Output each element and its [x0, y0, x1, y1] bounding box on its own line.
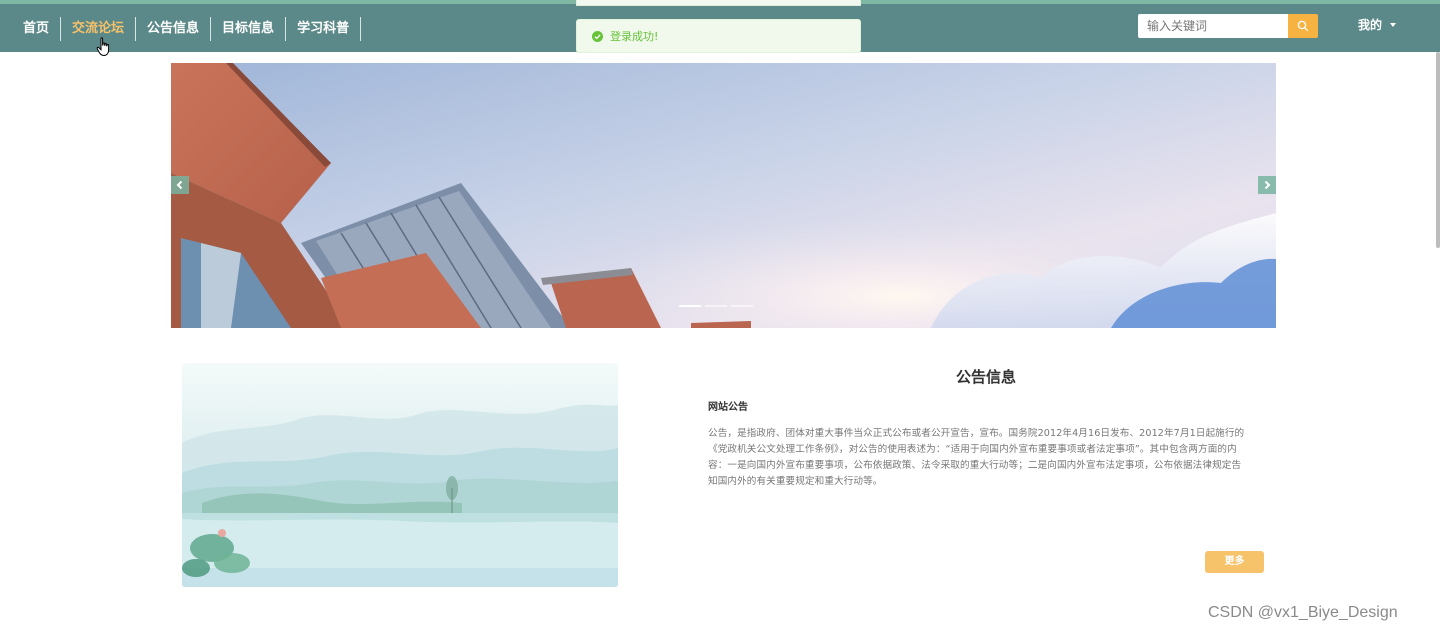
notice-body-text: 公告，是指政府、团体对重大事件当众正式公布或者公开宣告，宣布。国务院2012年4…	[708, 428, 1245, 487]
nav-item-home[interactable]: 首页	[12, 17, 62, 41]
success-toast: 登录成功!	[576, 19, 861, 53]
check-circle-icon	[592, 30, 603, 42]
carousel-dot[interactable]	[731, 305, 753, 307]
toast-message: 登录成功!	[610, 30, 659, 43]
chevron-left-icon	[176, 180, 183, 190]
user-menu-label: 我的	[1358, 18, 1383, 32]
carousel-prev-button[interactable]	[171, 176, 189, 194]
banner-carousel	[171, 63, 1276, 328]
banner-image	[171, 63, 1276, 328]
notice-image	[182, 363, 618, 587]
search-button[interactable]	[1288, 14, 1318, 38]
notice-section-title: 公告信息	[955, 368, 1016, 386]
search-icon	[1297, 20, 1309, 32]
landscape-image	[182, 363, 618, 587]
carousel-dot[interactable]	[679, 305, 701, 307]
notice-subtitle: 网站公告	[708, 402, 748, 413]
nav-item-goals[interactable]: 目标信息	[211, 17, 287, 41]
carousel-indicators	[679, 305, 753, 307]
user-menu[interactable]: 我的	[1358, 16, 1397, 33]
more-button[interactable]: 更多	[1205, 551, 1264, 573]
page-scrollbar[interactable]	[1436, 52, 1440, 248]
hand-cursor-icon	[96, 37, 110, 57]
chevron-right-icon	[1264, 180, 1271, 190]
toast-shadow	[576, 0, 861, 6]
carousel-next-button[interactable]	[1258, 176, 1276, 194]
nav-item-notices[interactable]: 公告信息	[136, 17, 212, 41]
search-input[interactable]	[1138, 14, 1288, 38]
watermark: CSDN @vx1_Biye_Design	[1208, 604, 1398, 621]
nav-item-science[interactable]: 学习科普	[286, 17, 362, 41]
main-nav: 首页 交流论坛 公告信息 目标信息 学习科普	[12, 17, 362, 41]
carousel-dot[interactable]	[705, 305, 727, 307]
caret-down-icon	[1390, 22, 1397, 27]
